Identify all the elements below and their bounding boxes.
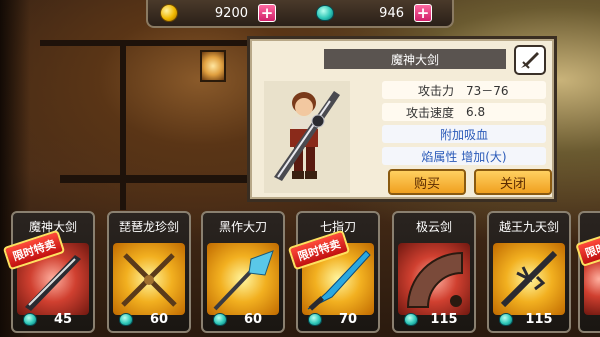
weapon-art bbox=[113, 243, 185, 315]
buy-button[interactable]: 购买 bbox=[388, 169, 466, 195]
weapon-card-6[interactable]: 限时 bbox=[575, 211, 600, 333]
plus-icon: + bbox=[416, 3, 430, 22]
currency-bar: 9200 + 946 + bbox=[146, 0, 454, 28]
effect-lifesteal: 附加吸血 bbox=[382, 125, 546, 143]
weapon-price: 70 bbox=[302, 310, 374, 328]
weapon-price: 115 bbox=[398, 310, 470, 328]
weapon-card-2[interactable]: 黑作大刀 60 bbox=[201, 211, 285, 333]
weapon-price: 115 bbox=[493, 310, 565, 328]
weapon-card-name: 黑作大刀 bbox=[218, 219, 267, 234]
gold-amount: 9200 bbox=[214, 5, 248, 21]
effect-fire: 焰属性 增加(大) bbox=[382, 147, 546, 165]
gem-icon bbox=[316, 5, 334, 21]
weapon-price: 45 bbox=[17, 310, 89, 328]
price-value: 60 bbox=[149, 311, 169, 327]
lantern bbox=[200, 50, 226, 82]
weapon-price: 60 bbox=[113, 310, 185, 328]
beam-bottom bbox=[60, 175, 260, 183]
plus-icon: + bbox=[260, 3, 274, 22]
weapon-card-name: 琵琶龙珍剑 bbox=[118, 219, 179, 234]
speed-label: 攻击速度 bbox=[405, 105, 454, 120]
gem-icon bbox=[213, 312, 227, 326]
beam-top bbox=[40, 40, 260, 46]
weapon-price: 60 bbox=[207, 310, 279, 328]
price-value: 60 bbox=[243, 311, 263, 327]
hero-with-sword-image bbox=[274, 91, 340, 181]
gem-icon bbox=[499, 312, 513, 326]
weapon-card-4[interactable]: 极云剑 115 bbox=[392, 211, 476, 333]
glaive-icon bbox=[213, 250, 274, 311]
weapon-art bbox=[207, 243, 279, 315]
speed-stat-row: 攻击速度 6.8 bbox=[382, 103, 546, 121]
add-gold-button[interactable]: + bbox=[258, 4, 276, 22]
beam-post bbox=[120, 40, 126, 210]
add-gems-button[interactable]: + bbox=[414, 4, 432, 22]
weapon-card-0[interactable]: 魔神大剑 45 限时特卖 bbox=[2, 211, 95, 333]
gem-icon bbox=[404, 312, 418, 326]
attack-label: 攻击力 bbox=[417, 83, 454, 98]
price-value: 115 bbox=[525, 311, 553, 327]
price-value: 115 bbox=[430, 311, 458, 327]
sword-icon bbox=[521, 52, 539, 69]
weapon-detail-panel: 魔神大剑 攻击力 73－76 攻击速度 6.8 附加吸血 焰属性 增加(大) 购 bbox=[247, 36, 557, 202]
war-fan-icon bbox=[406, 251, 463, 308]
weapon-card-name: 极云剑 bbox=[415, 219, 452, 234]
gem-amount: 946 bbox=[379, 5, 404, 21]
gem-icon bbox=[23, 312, 37, 326]
weapon-card-3[interactable]: 七指刀 70 限时特卖 bbox=[287, 211, 380, 333]
weapon-card-1[interactable]: 琵琶龙珍剑 60 bbox=[107, 211, 191, 333]
speed-value: 6.8 bbox=[466, 105, 486, 119]
price-value: 45 bbox=[53, 311, 73, 327]
gold-coin-icon bbox=[160, 4, 178, 22]
weapon-art bbox=[493, 243, 565, 315]
price-value: 70 bbox=[338, 311, 358, 327]
weapon-title: 魔神大剑 bbox=[324, 49, 506, 69]
weapon-art bbox=[398, 243, 470, 315]
spiked-blade-icon bbox=[500, 250, 558, 308]
weapon-card-name: 越王九天剑 bbox=[498, 219, 559, 234]
crossed-swords-icon bbox=[121, 253, 177, 307]
attack-stat-row: 攻击力 73－76 bbox=[382, 81, 546, 99]
gold-group: 9200 + bbox=[160, 3, 276, 23]
character-preview bbox=[264, 81, 350, 193]
gem-icon bbox=[308, 312, 322, 326]
gem-group: 946 + bbox=[316, 3, 432, 23]
attack-value: 73－76 bbox=[466, 83, 509, 98]
weapon-type-badge bbox=[514, 45, 546, 75]
gem-icon bbox=[119, 312, 133, 326]
weapon-card-5[interactable]: 越王九天剑 115 bbox=[487, 211, 571, 333]
limited-sale-badge: 限时 bbox=[575, 233, 600, 267]
close-button[interactable]: 关闭 bbox=[474, 169, 552, 195]
